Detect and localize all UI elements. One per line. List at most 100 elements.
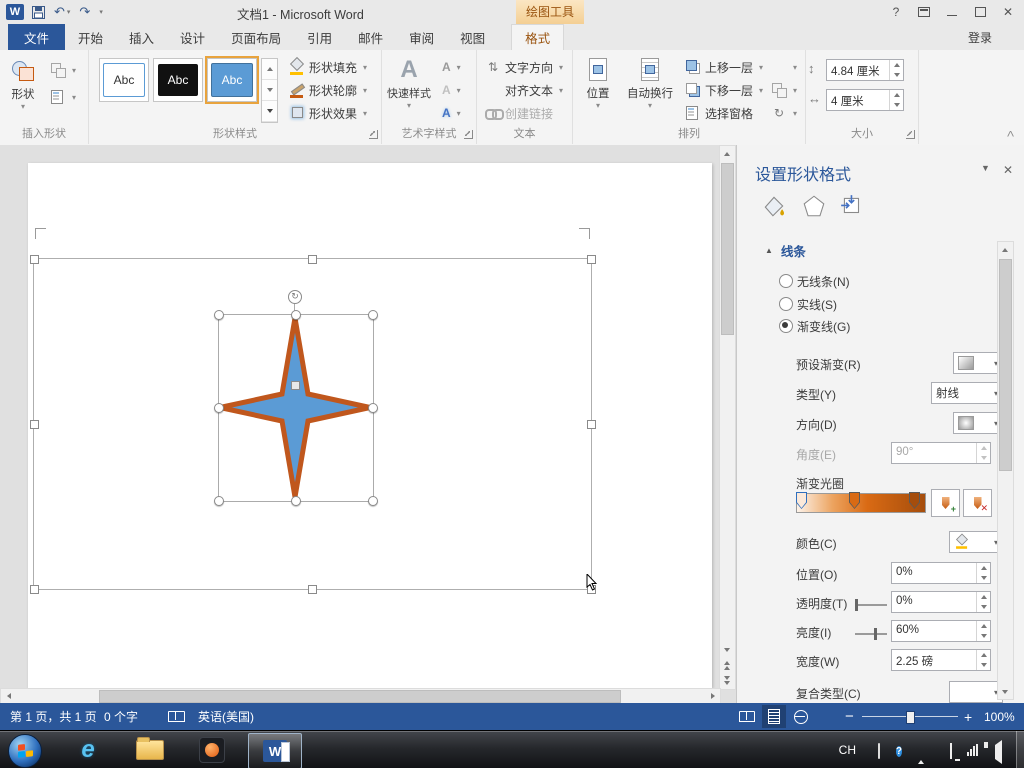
width-down-button[interactable]	[890, 100, 903, 110]
shape-resize-handle[interactable]	[291, 310, 301, 320]
media-player-icon[interactable]	[192, 735, 232, 765]
shapes-button[interactable]: 形状 ▾	[4, 55, 42, 110]
direction-dropdown[interactable]: ▾	[953, 412, 1003, 434]
pane-scrollbar[interactable]	[997, 241, 1014, 700]
height-up-button[interactable]	[890, 60, 903, 70]
volume-icon[interactable]	[995, 745, 1002, 759]
customize-qat-button[interactable]: ▾	[99, 8, 103, 16]
wordart-dialog-launcher[interactable]	[464, 130, 473, 139]
text-effects-button[interactable]: A	[438, 102, 465, 124]
undo-button[interactable]: ↶▾	[54, 2, 70, 22]
gradient-stop[interactable]	[909, 492, 920, 509]
size-dialog-launcher[interactable]	[906, 130, 915, 139]
width-up-button[interactable]	[890, 90, 903, 100]
pane-close-button[interactable]: ✕	[1003, 163, 1013, 177]
selection-pane-button[interactable]: 选择窗格	[681, 102, 757, 124]
create-link-button[interactable]: 创建链接	[481, 102, 557, 124]
layout-properties-tab-icon[interactable]	[839, 193, 865, 219]
redo-button[interactable]: ↷	[79, 2, 90, 22]
text-box-button[interactable]	[46, 86, 80, 108]
gradient-stop-selected[interactable]	[796, 492, 807, 509]
text-fill-button[interactable]: A	[438, 56, 465, 78]
minimize-button[interactable]	[938, 1, 966, 23]
tab-view[interactable]: 视图	[447, 24, 498, 50]
scroll-right-button[interactable]	[705, 689, 720, 702]
gradient-stops-bar[interactable]	[796, 493, 926, 513]
shape-adjustment-handle[interactable]	[291, 381, 300, 390]
gallery-down-button[interactable]	[262, 80, 277, 101]
shape-width-field[interactable]: 4 厘米	[826, 89, 904, 111]
shape-resize-handle[interactable]	[214, 496, 224, 506]
resize-handle[interactable]	[30, 420, 39, 429]
resize-handle[interactable]	[587, 420, 596, 429]
tab-page-layout[interactable]: 页面布局	[218, 24, 294, 50]
file-explorer-icon[interactable]	[130, 735, 170, 765]
scroll-up-button[interactable]	[720, 146, 733, 161]
line-width-up[interactable]	[977, 650, 990, 660]
scroll-left-button[interactable]	[1, 689, 16, 702]
resize-handle[interactable]	[587, 255, 596, 264]
line-width-field[interactable]: 2.25 磅	[891, 649, 991, 671]
send-backward-button[interactable]: 下移一层	[681, 79, 767, 101]
resize-handle[interactable]	[308, 255, 317, 264]
position-down[interactable]	[977, 573, 990, 583]
text-outline-button[interactable]: A	[438, 79, 465, 101]
fill-line-tab-icon[interactable]	[761, 193, 787, 219]
preset-gradient-dropdown[interactable]: ▾	[953, 352, 1003, 374]
print-layout-button[interactable]	[762, 705, 786, 728]
rotation-handle[interactable]: ↻	[288, 290, 302, 304]
shape-outline-button[interactable]: 形状轮廓	[285, 79, 371, 101]
tab-references[interactable]: 引用	[294, 24, 345, 50]
no-line-label[interactable]: 无线条(N)	[797, 273, 850, 290]
save-icon[interactable]	[32, 6, 45, 19]
shape-height-field[interactable]: 4.84 厘米	[826, 59, 904, 81]
tab-format-active[interactable]: 格式	[511, 24, 564, 50]
help-tray-icon[interactable]: ?	[896, 743, 902, 759]
ribbon-display-options-button[interactable]	[910, 1, 938, 23]
type-dropdown[interactable]: 射线▾	[931, 382, 1003, 404]
text-direction-button[interactable]: ⇅文字方向	[481, 56, 567, 78]
transparency-slider[interactable]	[855, 604, 887, 606]
line-width-down[interactable]	[977, 660, 990, 670]
word-count[interactable]: 0 个字	[104, 703, 138, 730]
next-page-button[interactable]	[720, 673, 733, 687]
internet-explorer-icon[interactable]: e	[68, 735, 108, 765]
solid-line-label[interactable]: 实线(S)	[797, 296, 837, 313]
word-taskbar-button[interactable]: W	[248, 733, 302, 768]
brightness-slider[interactable]	[855, 633, 887, 635]
web-layout-button[interactable]	[789, 705, 813, 728]
remove-gradient-stop-button[interactable]: ✕	[963, 489, 992, 517]
resize-handle[interactable]	[30, 255, 39, 264]
shape-fill-button[interactable]: 形状填充	[285, 56, 371, 78]
horizontal-scroll-thumb[interactable]	[99, 690, 621, 703]
keyboard-icon[interactable]	[878, 744, 880, 758]
group-objects-button[interactable]	[767, 79, 801, 101]
pane-scroll-up[interactable]	[998, 242, 1011, 257]
tab-mailings[interactable]: 邮件	[345, 24, 396, 50]
proofing-status-icon[interactable]	[168, 703, 185, 730]
shape-style-preview-3-selected[interactable]: Abc	[207, 58, 257, 102]
help-button[interactable]: ?	[882, 1, 910, 23]
zoom-out-button[interactable]: −	[845, 703, 854, 730]
read-mode-button[interactable]	[735, 705, 759, 728]
gallery-up-button[interactable]	[262, 59, 277, 80]
resize-handle[interactable]	[308, 585, 317, 594]
shape-style-preview-2[interactable]: Abc	[153, 58, 203, 102]
shape-resize-handle[interactable]	[214, 310, 224, 320]
edit-shape-button[interactable]	[46, 59, 80, 81]
quick-styles-button[interactable]: A 快速样式 ▾	[385, 54, 433, 109]
zoom-in-button[interactable]: +	[964, 703, 972, 730]
align-text-button[interactable]: 对齐文本	[481, 79, 567, 101]
restore-button[interactable]	[966, 1, 994, 23]
scroll-down-button[interactable]	[720, 642, 733, 657]
wrap-text-button[interactable]: 自动换行▾	[623, 54, 677, 109]
pane-scroll-down[interactable]	[998, 684, 1011, 699]
page-indicator[interactable]: 第 1 页，共 1 页	[10, 703, 97, 730]
align-objects-button[interactable]	[767, 56, 801, 78]
bring-forward-button[interactable]: 上移一层	[681, 56, 767, 78]
transparency-down[interactable]	[977, 602, 990, 612]
solid-line-radio[interactable]	[779, 297, 793, 311]
tab-review[interactable]: 审阅	[396, 24, 447, 50]
shape-resize-handle[interactable]	[368, 496, 378, 506]
shape-resize-handle[interactable]	[291, 496, 301, 506]
